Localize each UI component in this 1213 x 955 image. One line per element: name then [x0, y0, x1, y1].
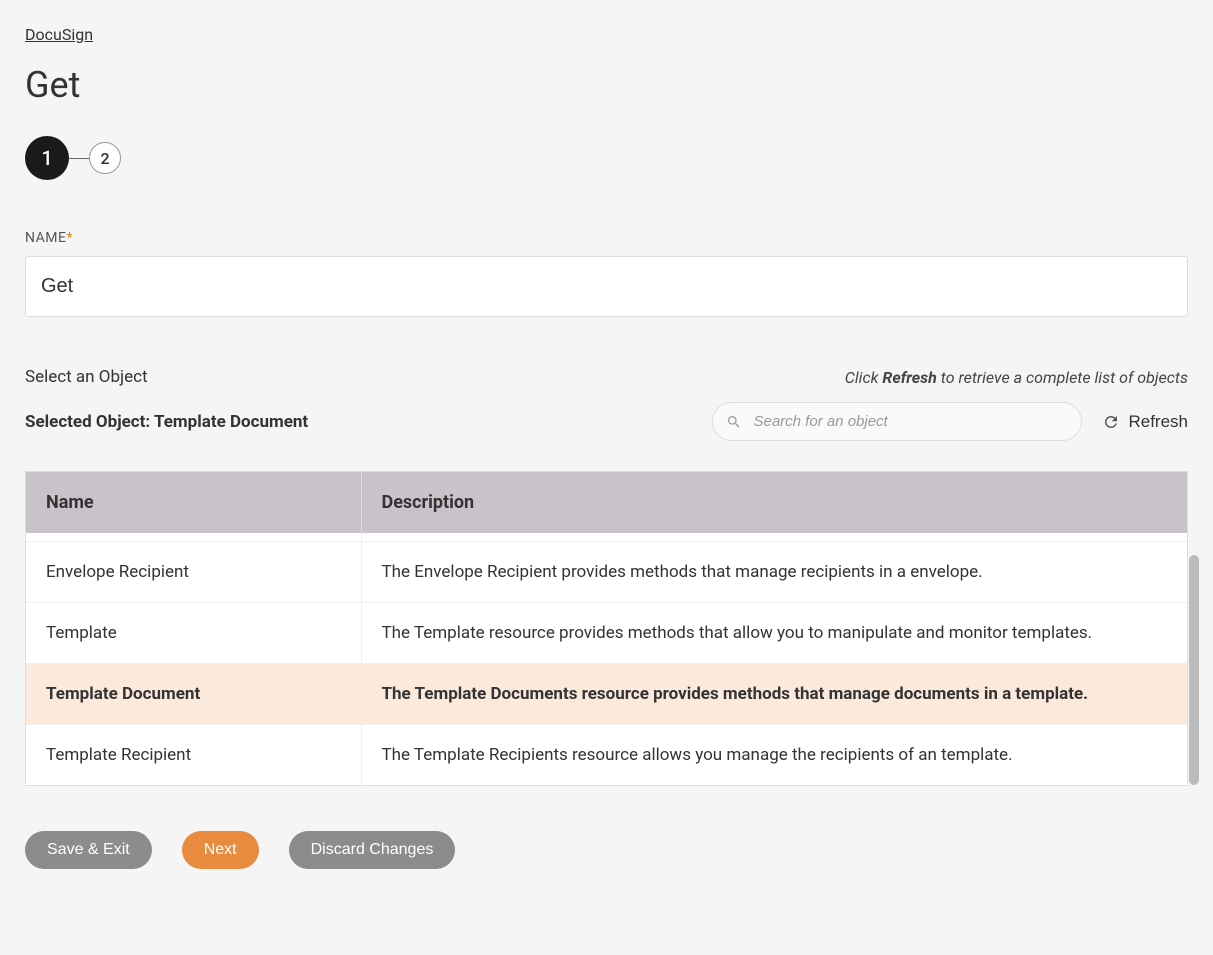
scrollbar-track[interactable]: [1189, 534, 1199, 785]
column-header-name[interactable]: Name: [26, 472, 361, 533]
stepper: 1 2: [25, 136, 1188, 180]
cell-name: Envelope Recipient: [26, 542, 361, 603]
scrollbar-thumb[interactable]: [1189, 555, 1199, 785]
refresh-button[interactable]: Refresh: [1102, 412, 1188, 432]
table-row-selected[interactable]: Template Document The Template Documents…: [26, 664, 1187, 725]
breadcrumb-link[interactable]: DocuSign: [25, 25, 93, 44]
table-row[interactable]: Template The Template resource provides …: [26, 603, 1187, 664]
object-table-container: Name Description Envelope Recipient The …: [25, 471, 1188, 786]
step-2[interactable]: 2: [89, 142, 121, 174]
footer-buttons: Save & Exit Next Discard Changes: [25, 831, 1188, 869]
object-table: Name Description Envelope Recipient The …: [26, 472, 1187, 785]
refresh-icon: [1102, 413, 1120, 431]
search-wrapper: [712, 402, 1082, 441]
required-asterisk: *: [66, 230, 73, 246]
cell-description: The Envelope Recipient provides methods …: [361, 542, 1187, 603]
discard-button[interactable]: Discard Changes: [289, 831, 456, 869]
name-label: NAME*: [25, 230, 1188, 246]
refresh-label: Refresh: [1128, 412, 1188, 432]
step-connector: [69, 158, 89, 159]
table-row[interactable]: Envelope Recipient The Envelope Recipien…: [26, 542, 1187, 603]
cell-description: [361, 533, 1187, 542]
select-object-label: Select an Object: [25, 367, 148, 387]
cell-description: The Template resource provides methods t…: [361, 603, 1187, 664]
next-button[interactable]: Next: [182, 831, 259, 869]
save-exit-button[interactable]: Save & Exit: [25, 831, 152, 869]
cell-name: Template Recipient: [26, 725, 361, 786]
step-1[interactable]: 1: [25, 136, 69, 180]
cell-name: [26, 533, 361, 542]
table-row[interactable]: [26, 533, 1187, 542]
table-row[interactable]: Template Recipient The Template Recipien…: [26, 725, 1187, 786]
name-input[interactable]: [25, 256, 1188, 317]
cell-name: Template Document: [26, 664, 361, 725]
cell-description: The Template Recipients resource allows …: [361, 725, 1187, 786]
page-title: Get: [25, 64, 1188, 106]
column-header-description[interactable]: Description: [361, 472, 1187, 533]
search-icon: [726, 414, 742, 430]
selected-object-label: Selected Object: Template Document: [25, 412, 308, 432]
refresh-hint: Click Refresh to retrieve a complete lis…: [845, 368, 1188, 387]
search-input[interactable]: [712, 402, 1082, 441]
cell-description: The Template Documents resource provides…: [361, 664, 1187, 725]
cell-name: Template: [26, 603, 361, 664]
